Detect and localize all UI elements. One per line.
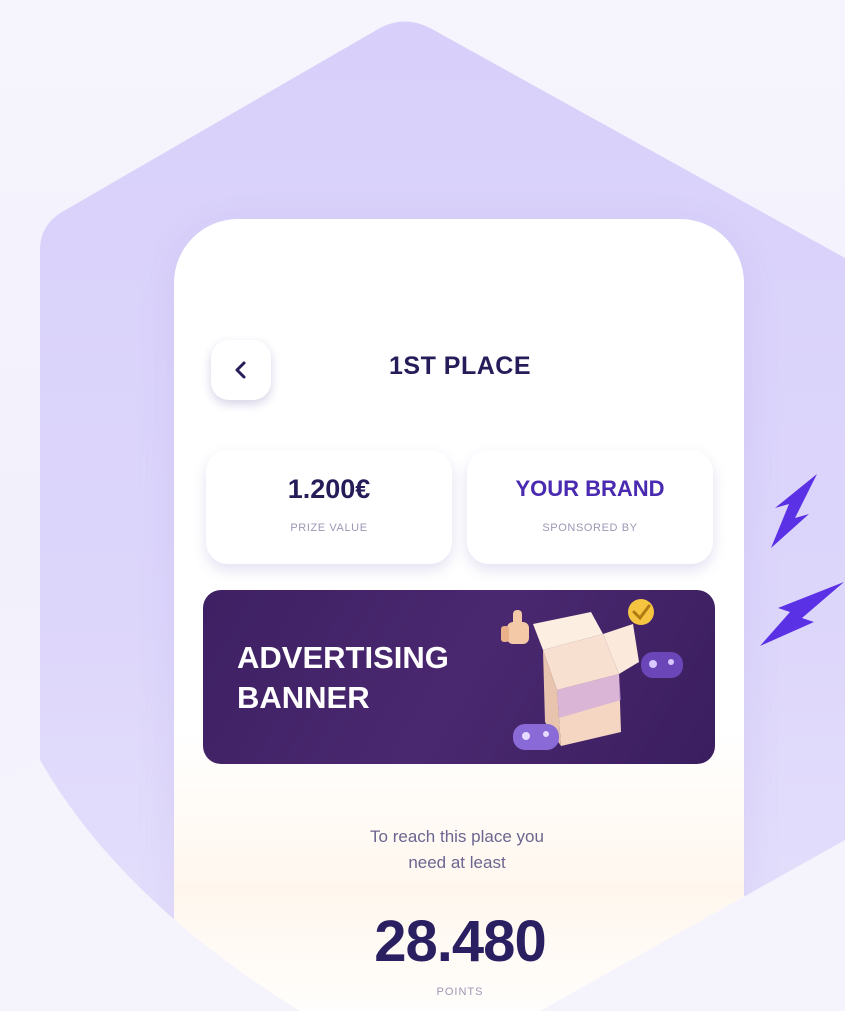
prize-value-card: 1.200€ PRIZE VALUE [206,450,452,564]
advertising-banner[interactable]: ADVERTISING BANNER [203,590,715,764]
required-points: 28.480 [374,909,546,974]
lightning-bolt-icon [760,582,844,646]
page-title: 1ST PLACE [388,352,532,380]
requirement-line-2: need at least [408,853,506,872]
sponsor-name: YOUR BRAND [515,476,665,501]
sponsor-card: YOUR BRAND SPONSORED BY [467,450,713,564]
screen: 1ST PLACE 1.200€ PRIZE VALUE YOUR BRAND … [0,0,845,1011]
requirement-line-1: To reach this place you [370,827,544,846]
prize-value: 1.200€ [287,474,371,504]
requirement-text: To reach this place you need at least [300,824,614,876]
gift-box-illustration [501,599,683,750]
banner-line-2: BANNER [237,680,370,715]
points-label: POINTS [436,986,484,998]
prize-value-label: PRIZE VALUE [290,522,368,534]
sponsor-label: SPONSORED BY [542,522,638,534]
game-controller-icon [513,724,559,750]
banner-line-1: ADVERTISING [237,640,449,675]
thumbs-up-icon [501,610,529,644]
lightning-bolt-icon [771,474,817,548]
back-button[interactable] [211,340,271,400]
game-controller-icon [641,652,683,678]
coin-icon [628,599,654,625]
chevron-left-icon [235,361,246,379]
banner-text: ADVERTISING BANNER [237,638,449,718]
